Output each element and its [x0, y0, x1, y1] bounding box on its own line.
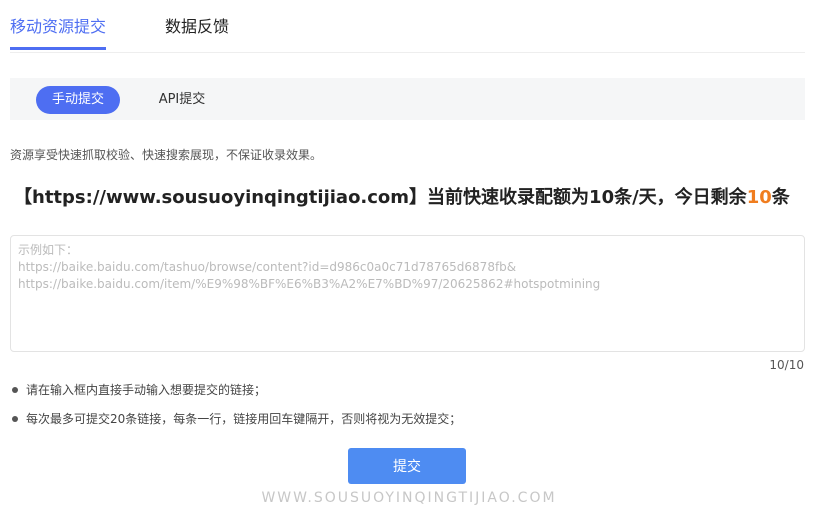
- watermark: WWW.SOUSUOYINQINGTIJIAO.COM: [261, 490, 557, 506]
- submit-mode-tabs: 手动提交 API提交: [10, 78, 805, 120]
- tip-text: 请在输入框内直接手动输入想要提交的链接；: [26, 383, 267, 397]
- tips-list: 请在输入框内直接手动输入想要提交的链接； 每次最多可提交20条链接，每条一行，链…: [10, 382, 461, 440]
- submit-button[interactable]: 提交: [348, 448, 466, 484]
- url-input[interactable]: [10, 235, 805, 352]
- tip-item: 每次最多可提交20条链接，每条一行，链接用回车键隔开，否则将视为无效提交；: [10, 411, 461, 427]
- top-tabs: 移动资源提交 数据反馈: [10, 0, 805, 53]
- quota-prefix: 【https://www.sousuoyinqingtijiao.com】当前快…: [14, 187, 747, 208]
- bullet-icon: [12, 387, 18, 393]
- tab-manual-submit[interactable]: 手动提交: [36, 86, 120, 114]
- bullet-icon: [12, 416, 18, 422]
- quota-remaining: 10: [746, 187, 772, 208]
- tab-api-submit[interactable]: API提交: [146, 86, 218, 114]
- tab-mobile-resource-submit[interactable]: 移动资源提交: [10, 16, 107, 50]
- quota-text: 【https://www.sousuoyinqingtijiao.com】当前快…: [14, 183, 790, 209]
- tip-text: 每次最多可提交20条链接，每条一行，链接用回车键隔开，否则将视为无效提交；: [26, 412, 462, 426]
- quota-suffix: 条: [771, 187, 790, 208]
- tab-data-feedback[interactable]: 数据反馈: [165, 16, 229, 38]
- description-text: 资源享受快速抓取校验、快速搜索展现，不保证收录效果。: [10, 148, 323, 162]
- tip-item: 请在输入框内直接手动输入想要提交的链接；: [10, 382, 461, 398]
- remaining-counter: 10/10: [769, 358, 804, 372]
